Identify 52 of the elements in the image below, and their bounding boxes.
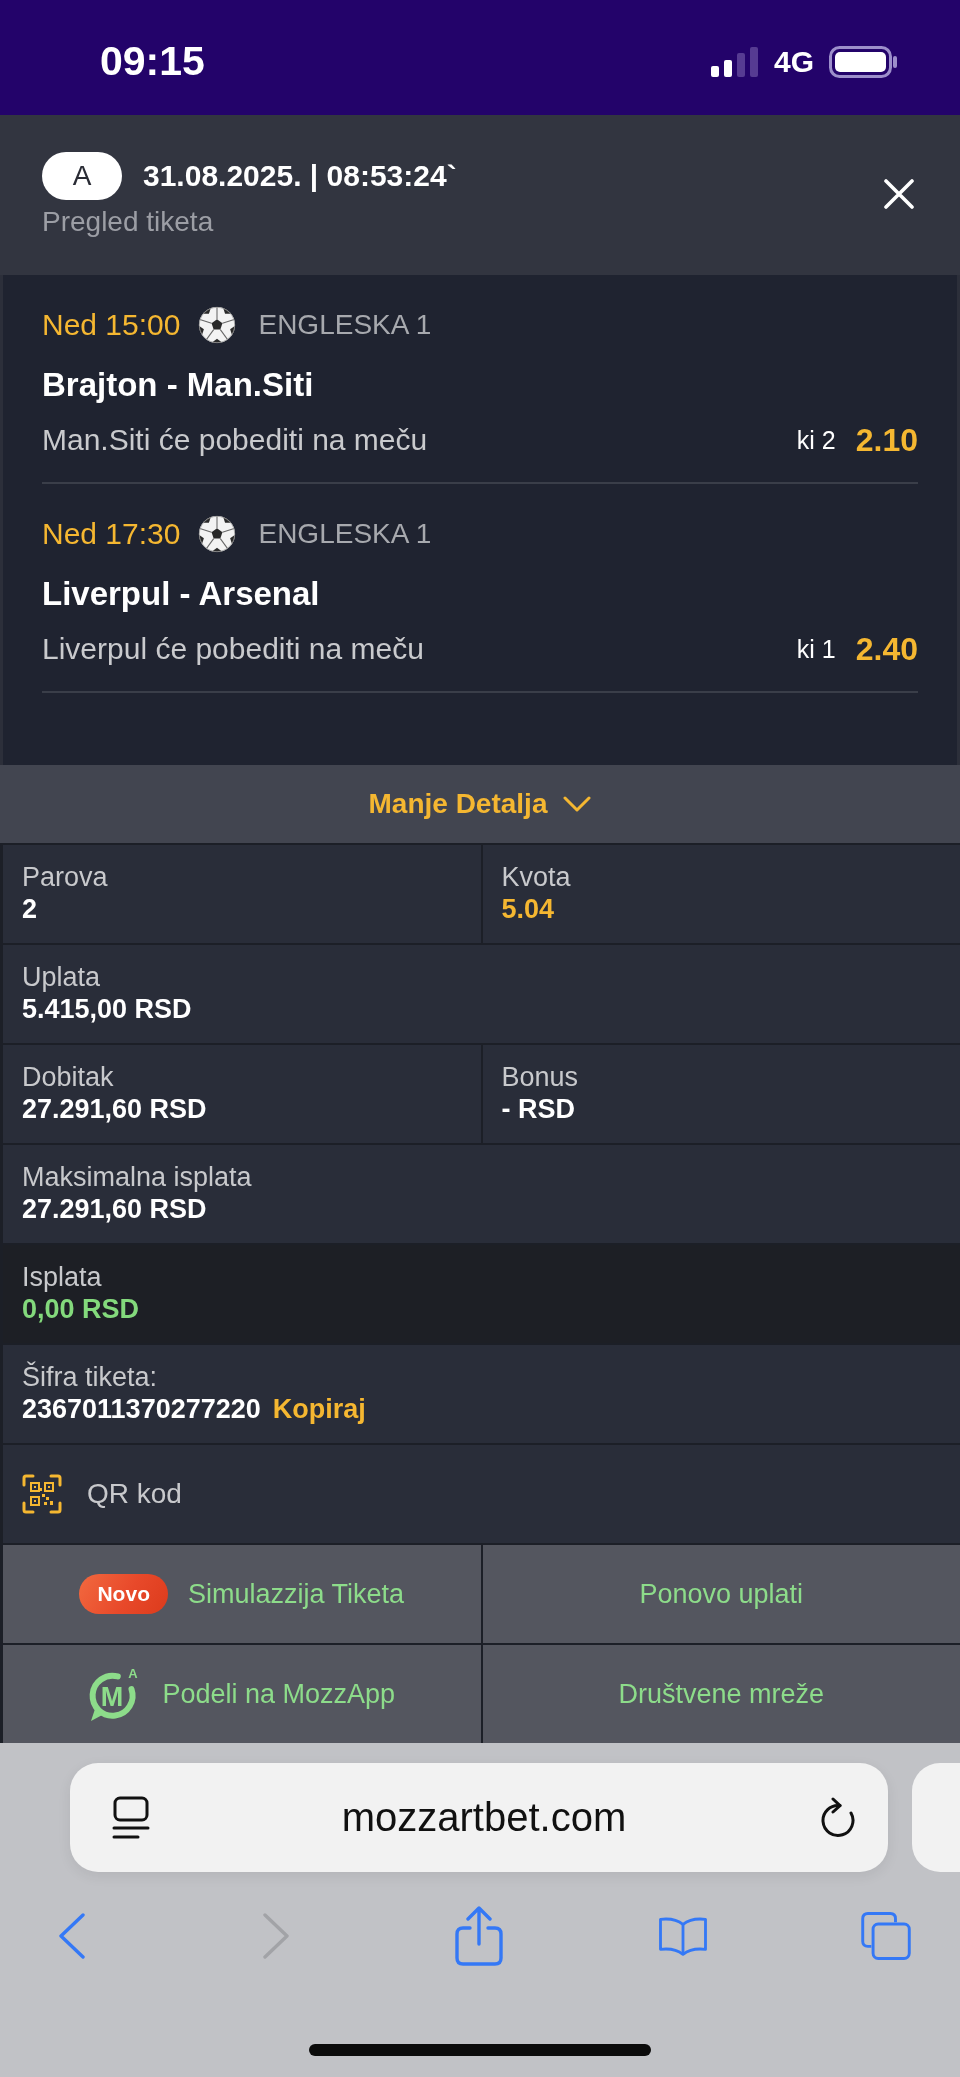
detail-label: Parova <box>22 861 109 893</box>
soccer-ball-icon <box>198 306 237 344</box>
detail-value: 0,00 RSD <box>22 1293 141 1325</box>
detail-label: Maksimalna isplata <box>22 1161 253 1193</box>
page-menu-icon <box>112 1795 150 1840</box>
signal-icon <box>710 46 759 77</box>
detail-label: Isplata <box>22 1261 103 1293</box>
kickoff-time: Ned 17:30 <box>42 517 181 551</box>
odds-value: 2.40 <box>855 630 918 668</box>
page-subtitle: Pregled tiketa <box>42 206 215 238</box>
action-button[interactable]: Ponovo uplati <box>482 1545 960 1643</box>
network-label: 4G <box>773 44 814 79</box>
bet-pick: Man.Siti će pobediti na meču <box>42 423 428 457</box>
kickoff-time: Ned 15:00 <box>42 308 181 342</box>
close-icon <box>884 179 914 209</box>
action-button[interactable]: Novo Simulazzija Tiketa <box>3 1545 481 1643</box>
detail-value: - RSD <box>501 1093 576 1125</box>
ticket-type-badge: A <box>42 152 122 200</box>
qr-code-button[interactable]: QR kod <box>3 1445 960 1543</box>
bet-pick: Liverpul će pobediti na meču <box>42 632 424 666</box>
action-button[interactable]: Društvene mreže <box>482 1645 960 1743</box>
new-badge: Novo <box>79 1574 168 1614</box>
address-bar[interactable]: mozzartbet.com <box>70 1763 888 1872</box>
details-toggle[interactable]: Manje Detalja <box>0 765 960 843</box>
status-time: 09:15 <box>100 38 205 85</box>
copy-link[interactable]: Kopiraj <box>272 1393 366 1425</box>
url-text: mozzartbet.com <box>340 1795 628 1840</box>
league-name: ENGLESKA 1 <box>258 518 432 550</box>
match-teams: Brajton - Man.Siti <box>42 365 315 405</box>
league-name: ENGLESKA 1 <box>258 309 432 341</box>
detail-label: Dobitak <box>22 1061 115 1093</box>
detail-value: 5.415,00 RSD <box>22 993 193 1025</box>
odds-value: 2.10 <box>855 421 918 459</box>
detail-label: Bonus <box>501 1061 580 1093</box>
market-label: ki 1 <box>796 634 836 664</box>
next-tab-card[interactable] <box>912 1763 960 1872</box>
detail-value: 27.291,60 RSD <box>22 1093 208 1125</box>
battery-icon <box>829 45 897 78</box>
match-teams: Liverpul - Arsenal <box>42 574 321 614</box>
ticket-datetime: 31.08.2025. | 08:53:24` <box>143 159 457 193</box>
detail-label: Uplata <box>22 961 102 993</box>
detail-label: Kvota <box>501 861 572 893</box>
qr-code-icon <box>22 1474 62 1514</box>
detail-value: 2 <box>22 893 39 925</box>
detail-value: 5.04 <box>501 893 556 925</box>
soccer-ball-icon <box>198 515 237 553</box>
market-label: ki 2 <box>796 425 836 455</box>
ticket-code-value: 2367011370277220 <box>22 1393 261 1425</box>
action-button[interactable]: M A Podeli na MozzApp <box>3 1645 481 1743</box>
ticket-code-label: Šifra tiketa: <box>22 1361 159 1393</box>
detail-value: 27.291,60 RSD <box>22 1193 208 1225</box>
chat-logo: M A <box>88 1666 143 1722</box>
